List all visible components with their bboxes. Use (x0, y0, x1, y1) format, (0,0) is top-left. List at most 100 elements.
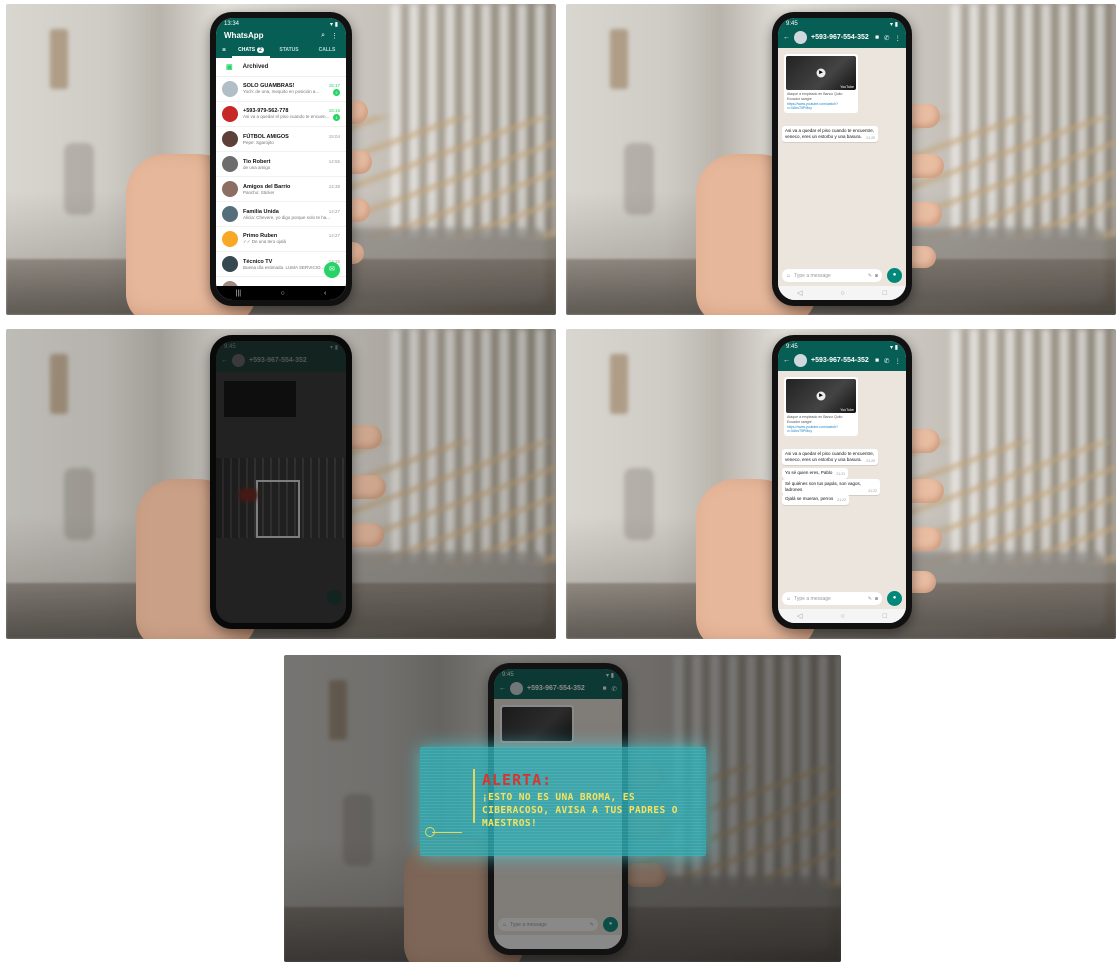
recents-nav-icon[interactable]: □ (883, 290, 887, 297)
chat-avatar[interactable] (222, 156, 238, 172)
back-nav-icon[interactable]: ‹ (324, 290, 326, 297)
chat-avatar[interactable] (222, 181, 238, 197)
chat-preview: de una amigo (243, 164, 271, 170)
chat-list-item[interactable]: FÚTBOL AMIGOS 15:04 Pepe: Sgarojito (216, 127, 346, 152)
chat-avatar[interactable] (222, 206, 238, 222)
camera-icon[interactable]: ◙ (216, 44, 232, 58)
video-thumbnail[interactable]: ▶ YouTube (786, 379, 856, 413)
chat-preview: Asi va a quedar el piso cuando te encuen… (243, 113, 330, 119)
back-arrow-icon[interactable]: ← (783, 357, 790, 364)
back-arrow-icon[interactable]: ← (783, 34, 790, 41)
attach-icon[interactable]: ✎ (868, 596, 872, 602)
voice-call-icon[interactable]: ✆ (884, 357, 889, 365)
phone: 9:45 ▾ ▮ ← +593-967-554-352 ■ ✆ ⋮ ▶ YouT… (772, 335, 912, 629)
tab-chats[interactable]: CHATS 2 (232, 44, 270, 58)
camera-icon[interactable]: ◙ (875, 273, 878, 279)
chat-background: ▶ YouTube Ataque a empleado en Banco Qui… (778, 371, 906, 609)
status-time: 9:45 (786, 344, 798, 350)
phone: 13:34 ▾ ▮ WhatsApp ⌕ ⋮ ◙ CHATS2 STATUS (210, 12, 352, 306)
chat-time: 15:17 (328, 82, 340, 88)
home-nav-icon[interactable]: ○ (840, 290, 844, 297)
youtube-logo: YouTube (840, 408, 854, 412)
app-title: WhatsApp (224, 31, 264, 40)
unread-badge: 2 (333, 88, 340, 96)
unread-badge: 1 (333, 113, 340, 121)
home-nav-icon[interactable]: ○ (840, 613, 844, 620)
status-time: 9:45 (786, 21, 798, 27)
contact-avatar[interactable] (794, 354, 807, 367)
chat-list-item[interactable]: Familia Unida 14:27 Alicia: Chevere, yo di… (216, 202, 346, 227)
chat-avatar[interactable] (222, 81, 238, 97)
emoji-icon[interactable]: ☺ (786, 273, 791, 279)
play-icon[interactable]: ▶ (816, 391, 826, 401)
camera-icon[interactable]: ◙ (875, 596, 878, 602)
youtube-link-preview[interactable]: ▶ YouTube Ataque a empleado en Banco Qui… (784, 54, 858, 114)
frame-alert: 9:45▾ ▮ ← +593-967-554-352 ■ ✆ ☺ (284, 655, 841, 962)
recents-nav-icon[interactable]: ||| (236, 290, 241, 297)
recents-nav-icon[interactable]: □ (883, 613, 887, 620)
preview-url[interactable]: https://www.youtube.com/watch?v=4UbsT5PM… (786, 424, 856, 434)
chat-list-item[interactable]: +593-979-562-778 15:16 Asi va a quedar el … (216, 102, 346, 127)
chat-preview: Buena día estimada. LUMA SERVICIO... (243, 264, 325, 270)
message-bubble[interactable]: Ojalá se mueran, perros 21:22 (782, 494, 850, 505)
status-icons: ▾ ▮ (330, 22, 338, 28)
message-time: 21:20 (866, 135, 875, 140)
more-options-icon[interactable]: ⋮ (331, 32, 338, 40)
emoji-icon[interactable]: ☺ (786, 596, 791, 602)
play-icon[interactable]: ▶ (816, 68, 826, 78)
chat-avatar[interactable] (222, 231, 238, 247)
preview-title: Ataque a empleado en Banco Quito Ecuador… (787, 415, 843, 424)
back-nav-icon[interactable]: ◁ (797, 289, 802, 297)
chat-time: 14:27 (328, 233, 340, 238)
archive-icon: ▣ (226, 64, 233, 71)
archived-row[interactable]: ▣ Archived (216, 58, 346, 77)
chat-list-item[interactable]: Tio Robert 14:55 de una amigo (216, 152, 346, 177)
tab-calls[interactable]: CALLS (308, 44, 346, 58)
message-input[interactable]: ☺ Type a message ✎ ◙ (782, 269, 882, 282)
chat-preview: Alicia: Chevere, yo digo porque solo te … (243, 214, 331, 220)
more-options-icon[interactable]: ⋮ (895, 34, 902, 42)
chat-preview: Pancho: Sticker (243, 189, 275, 195)
contact-avatar[interactable] (794, 31, 807, 44)
new-chat-button[interactable]: ✉ (324, 262, 340, 278)
voice-call-icon[interactable]: ✆ (884, 34, 889, 42)
video-call-icon[interactable]: ■ (875, 357, 879, 365)
tab-status[interactable]: STATUS (270, 44, 308, 58)
chat-list-item[interactable]: SOLO GUAMBRAS! 15:17 Yoch: de una, mequito… (216, 77, 346, 102)
mic-button[interactable]: ● (887, 268, 902, 283)
message-text: Asi va a quedar el piso cuando te encuen… (785, 451, 875, 462)
message-bubble[interactable]: Asi va a quedar el piso cuando te encuen… (782, 449, 878, 466)
phone-screen: 13:34 ▾ ▮ WhatsApp ⌕ ⋮ ◙ CHATS2 STATUS (216, 18, 346, 300)
message-text: Yo sé quien eres, Pablo (785, 470, 833, 475)
message-time: 21:21 (836, 472, 846, 476)
message-bubble[interactable]: Asi va a quedar el piso cuando te encuen… (782, 126, 878, 143)
message-text: Ojalá se mueran, perros (785, 496, 834, 501)
chat-time: 14:38 (328, 183, 340, 189)
message-bubble[interactable]: Sé quiénes son tus papás, son vagos, lad… (782, 479, 880, 496)
search-icon[interactable]: ⌕ (321, 32, 325, 40)
youtube-link-preview[interactable]: ▶ YouTube Ataque a empleado en Banco Qui… (784, 377, 858, 437)
message-input[interactable]: ☺ Type a message ✎ ◙ (782, 592, 882, 605)
back-nav-icon[interactable]: ◁ (797, 612, 802, 620)
unread-count-badge: 2 (257, 47, 264, 53)
home-nav-icon[interactable]: ○ (280, 290, 284, 297)
chat-list-item[interactable]: Primo Ruben 14:27 ✓✓ De una tero ojalá (216, 227, 346, 252)
mic-button[interactable]: ● (887, 591, 902, 606)
attach-icon[interactable]: ✎ (868, 273, 872, 279)
video-thumbnail[interactable]: ▶ YouTube (786, 56, 856, 90)
chat-avatar[interactable] (222, 256, 238, 272)
preview-url[interactable]: https://www.youtube.com/watch?v=4UbsT5PM… (786, 101, 856, 111)
whatsapp-header: 13:34 ▾ ▮ WhatsApp ⌕ ⋮ ◙ CHATS2 STATUS (216, 18, 346, 58)
status-bar: 13:34 ▾ ▮ (216, 18, 346, 29)
more-options-icon[interactable]: ⋮ (895, 357, 902, 365)
status-icons: ▾ ▮ (890, 22, 898, 28)
chat-avatar[interactable] (222, 106, 238, 122)
chat-avatar[interactable] (222, 131, 238, 147)
contact-number[interactable]: +593-967-554-352 (811, 357, 871, 364)
phone: 9:45 ▾ ▮ ← +593-967-554-352 ■ ✆ ⋮ ▶ YouT… (772, 12, 912, 306)
chat-list-item[interactable]: Amigos del Barrio 14:38 Pancho: Sticker (216, 177, 346, 202)
contact-number[interactable]: +593-967-554-352 (811, 34, 871, 41)
video-call-icon[interactable]: ■ (875, 34, 879, 42)
message-bubble[interactable]: Yo sé quien eres, Pablo 21:21 (782, 468, 849, 479)
android-nav-bar: ◁ ○ □ (778, 609, 906, 623)
